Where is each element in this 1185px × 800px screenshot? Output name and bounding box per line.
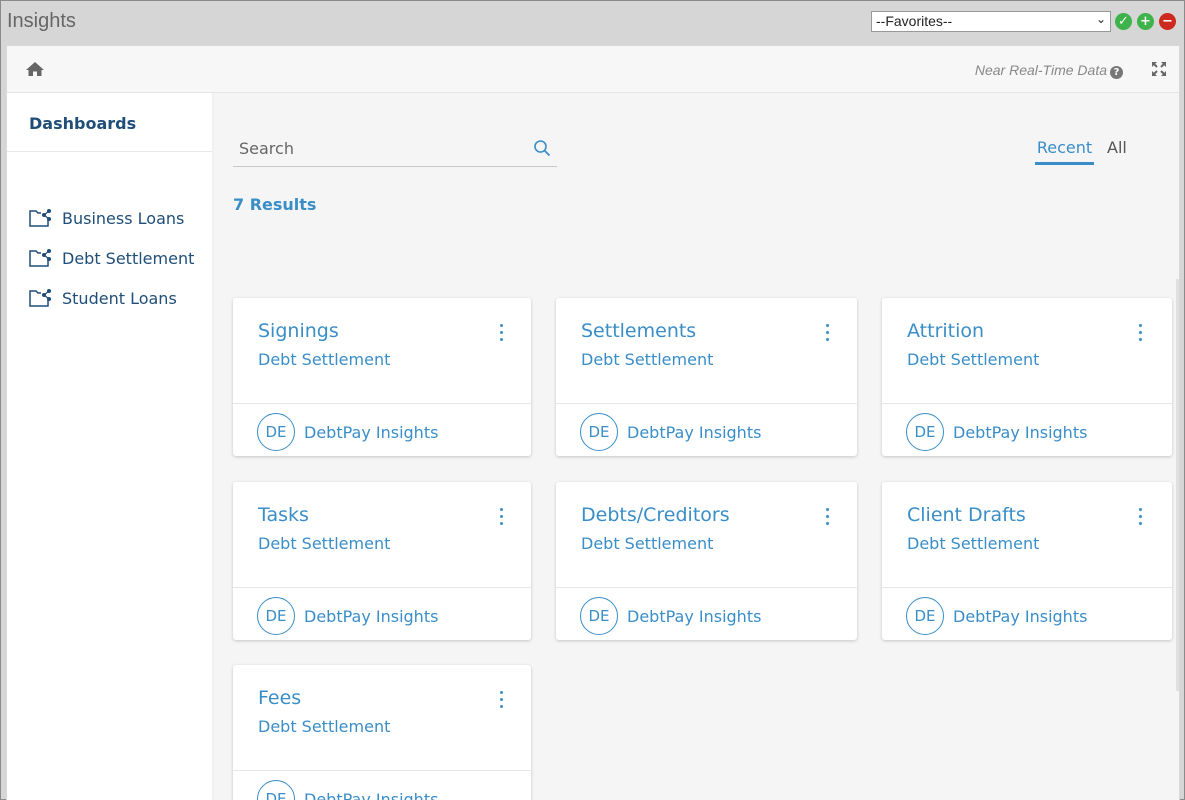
card-title[interactable]: Signings	[258, 320, 339, 342]
avatar: DE	[257, 413, 295, 451]
near-realtime-label: Near Real-Time Data?	[975, 62, 1123, 79]
more-options-icon[interactable]	[1134, 324, 1146, 346]
folder-share-icon	[29, 289, 51, 307]
sidebar-divider	[7, 151, 213, 152]
sidebar-item-label: Debt Settlement	[62, 248, 195, 268]
search-box	[233, 133, 557, 167]
card-category: Debt Settlement	[907, 350, 1040, 369]
main-panel: Recent All 7 Results Signings Debt Settl…	[214, 93, 1179, 800]
help-icon[interactable]: ?	[1110, 66, 1123, 79]
owner-name: DebtPay Insights	[304, 606, 439, 626]
avatar: DE	[906, 413, 944, 451]
owner-name: DebtPay Insights	[627, 422, 762, 442]
dashboard-card[interactable]: Signings Debt Settlement DE DebtPay Insi…	[233, 298, 531, 456]
sidebar-item-student-loans[interactable]: Student Loans	[29, 286, 177, 310]
window: Insights --Favorites-- ⌄ ✓ + − Near Real…	[0, 0, 1185, 800]
sidebar: Dashboards Business Loans Debt Settlemen…	[7, 93, 213, 800]
card-divider	[556, 403, 857, 404]
card-category: Debt Settlement	[258, 717, 391, 736]
sidebar-title: Dashboards	[29, 114, 137, 133]
more-options-icon[interactable]	[1134, 508, 1146, 530]
avatar: DE	[257, 780, 295, 800]
dashboard-card[interactable]: Settlements Debt Settlement DE DebtPay I…	[556, 298, 857, 456]
card-owner: DE DebtPay Insights	[257, 413, 438, 451]
card-divider	[556, 587, 857, 588]
search-input[interactable]	[239, 137, 519, 159]
avatar: DE	[580, 413, 618, 451]
card-title[interactable]: Tasks	[258, 504, 309, 526]
home-icon[interactable]	[25, 60, 45, 78]
more-options-icon[interactable]	[495, 324, 507, 346]
dashboard-card[interactable]: Client Drafts Debt Settlement DE DebtPay…	[882, 482, 1172, 640]
more-options-icon[interactable]	[495, 691, 507, 713]
more-options-icon[interactable]	[821, 324, 833, 346]
card-owner: DE DebtPay Insights	[906, 413, 1087, 451]
chevron-down-icon: ⌄	[1095, 12, 1106, 26]
card-category: Debt Settlement	[258, 534, 391, 553]
scrollbar[interactable]	[1176, 279, 1179, 691]
card-owner: DE DebtPay Insights	[580, 413, 761, 451]
owner-name: DebtPay Insights	[953, 606, 1088, 626]
owner-name: DebtPay Insights	[627, 606, 762, 626]
dashboard-card[interactable]: Fees Debt Settlement DE DebtPay Insights	[233, 665, 531, 800]
results-count: 7 Results	[233, 195, 317, 214]
sidebar-item-debt-settlement[interactable]: Debt Settlement	[29, 246, 194, 270]
avatar: DE	[257, 597, 295, 635]
tab-recent[interactable]: Recent	[1035, 138, 1094, 165]
card-owner: DE DebtPay Insights	[906, 597, 1087, 635]
more-options-icon[interactable]	[821, 508, 833, 530]
avatar: DE	[580, 597, 618, 635]
tab-all[interactable]: All	[1107, 138, 1127, 157]
card-divider	[233, 403, 531, 404]
expand-icon[interactable]	[1151, 61, 1167, 77]
avatar: DE	[906, 597, 944, 635]
folder-share-icon	[29, 209, 51, 227]
near-realtime-text: Near Real-Time Data	[974, 62, 1107, 78]
minus-icon[interactable]: −	[1159, 13, 1176, 30]
card-owner: DE DebtPay Insights	[257, 597, 438, 635]
owner-name: DebtPay Insights	[304, 422, 439, 442]
top-bar: Near Real-Time Data?	[7, 46, 1179, 93]
card-title[interactable]: Debts/Creditors	[581, 504, 730, 526]
card-title[interactable]: Attrition	[907, 320, 984, 342]
owner-name: DebtPay Insights	[953, 422, 1088, 442]
card-divider	[233, 770, 531, 771]
card-category: Debt Settlement	[581, 534, 714, 553]
dashboard-card[interactable]: Attrition Debt Settlement DE DebtPay Ins…	[882, 298, 1172, 456]
favorites-select[interactable]: --Favorites-- ⌄	[871, 11, 1111, 32]
content-frame: Near Real-Time Data? Dashboards Business…	[6, 45, 1180, 800]
search-icon[interactable]	[533, 139, 551, 157]
sidebar-item-label: Student Loans	[62, 288, 177, 308]
card-divider	[882, 587, 1172, 588]
sidebar-item-business-loans[interactable]: Business Loans	[29, 206, 184, 230]
dashboard-card[interactable]: Debts/Creditors Debt Settlement DE DebtP…	[556, 482, 857, 640]
app-title: Insights	[7, 10, 76, 32]
card-divider	[882, 403, 1172, 404]
check-icon[interactable]: ✓	[1115, 13, 1132, 30]
card-owner: DE DebtPay Insights	[257, 780, 438, 800]
sidebar-item-label: Business Loans	[62, 208, 185, 228]
owner-name: DebtPay Insights	[304, 789, 439, 800]
card-divider	[233, 587, 531, 588]
folder-share-icon	[29, 249, 51, 267]
card-category: Debt Settlement	[907, 534, 1040, 553]
favorites-selected-value: --Favorites--	[876, 13, 953, 29]
card-title[interactable]: Settlements	[581, 320, 696, 342]
card-owner: DE DebtPay Insights	[580, 597, 761, 635]
card-title[interactable]: Fees	[258, 687, 301, 709]
dashboard-card[interactable]: Tasks Debt Settlement DE DebtPay Insight…	[233, 482, 531, 640]
card-category: Debt Settlement	[581, 350, 714, 369]
card-title[interactable]: Client Drafts	[907, 504, 1026, 526]
card-category: Debt Settlement	[258, 350, 391, 369]
more-options-icon[interactable]	[495, 508, 507, 530]
plus-icon[interactable]: +	[1137, 13, 1154, 30]
title-bar: Insights --Favorites-- ⌄ ✓ + −	[1, 1, 1184, 43]
